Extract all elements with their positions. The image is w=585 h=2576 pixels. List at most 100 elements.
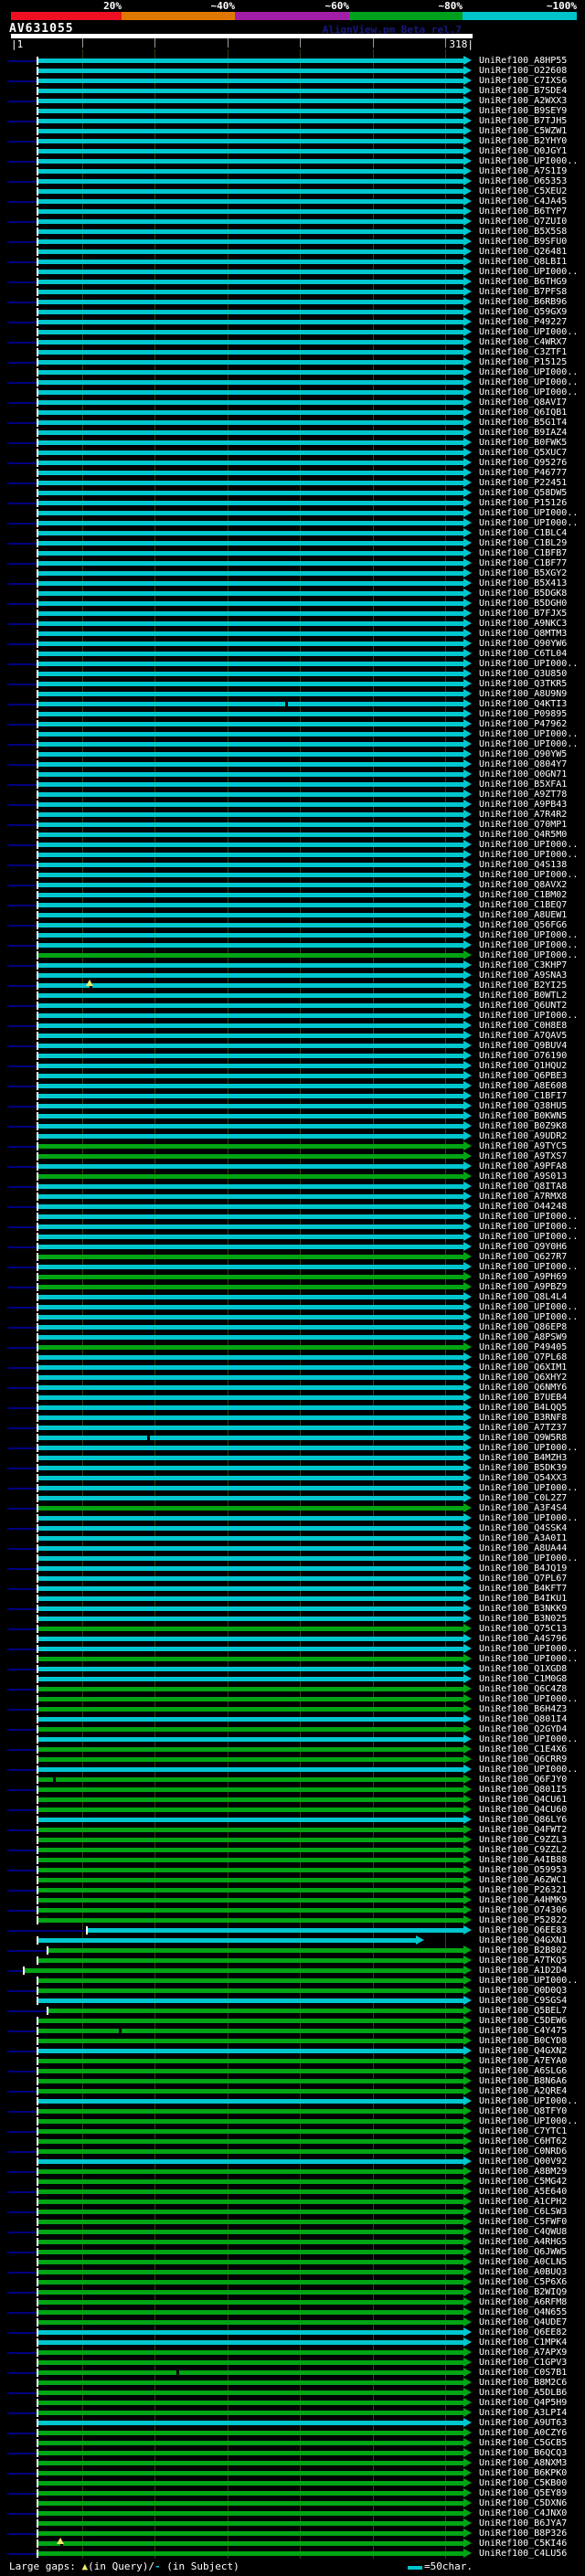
hit-accession-label[interactable]: UniRef100_B8M2C6 (479, 2378, 583, 2388)
hit-accession-label[interactable]: UniRef100_A9PFA8 (479, 1161, 583, 1171)
hit-accession-label[interactable]: UniRef100_Q86LY6 (479, 1815, 583, 1825)
hit-accession-label[interactable]: UniRef100_Q86EP8 (479, 1322, 583, 1332)
hit-accession-label[interactable]: UniRef100_Q627R7 (479, 1252, 583, 1262)
hit-accession-label[interactable]: UniRef100_A9TXS7 (479, 1151, 583, 1161)
hit-accession-label[interactable]: UniRef100_P49405 (479, 1342, 583, 1352)
hit-accession-label[interactable]: UniRef100_Q4N655 (479, 2307, 583, 2317)
hit-accession-label[interactable]: UniRef100_A9PBZ9 (479, 1282, 583, 1292)
hit-accession-label[interactable]: UniRef100_Q6UNT2 (479, 1001, 583, 1011)
hit-accession-label[interactable]: UniRef100_B7UEB4 (479, 1393, 583, 1403)
hit-accession-label[interactable]: UniRef100_Q6XIM1 (479, 1362, 583, 1373)
hit-accession-label[interactable]: UniRef100_C4JNX0 (479, 2508, 583, 2518)
hit-accession-label[interactable]: UniRef100_A5E640 (479, 2187, 583, 2197)
hit-accession-label[interactable]: UniRef100_UPI000.. (479, 940, 583, 950)
hit-accession-label[interactable]: UniRef100_Q6XHY2 (479, 1373, 583, 1383)
hit-accession-label[interactable]: UniRef100_C5MG42 (479, 2177, 583, 2187)
hit-accession-label[interactable]: UniRef100_B9IAZ4 (479, 428, 583, 438)
hit-accession-label[interactable]: UniRef100_B0FWK5 (479, 438, 583, 448)
hit-accession-label[interactable]: UniRef100_C5DEW6 (479, 2016, 583, 2026)
hit-accession-label[interactable]: UniRef100_Q6FJY0 (479, 1775, 583, 1785)
hit-accession-label[interactable]: UniRef100_P15126 (479, 498, 583, 508)
hit-accession-label[interactable]: UniRef100_Q6JWW5 (479, 2247, 583, 2257)
hit-accession-label[interactable]: UniRef100_P52822 (479, 1915, 583, 1925)
hit-accession-label[interactable]: UniRef100_B6QCQ3 (479, 2448, 583, 2458)
hit-accession-label[interactable]: UniRef100_Q0GN71 (479, 769, 583, 779)
hit-accession-label[interactable]: UniRef100_P47962 (479, 719, 583, 729)
hit-accession-label[interactable]: UniRef100_Q4UDE7 (479, 2317, 583, 2327)
hit-accession-label[interactable]: UniRef100_A9UDR2 (479, 1131, 583, 1141)
hit-accession-label[interactable]: UniRef100_A7R4R2 (479, 810, 583, 820)
hit-accession-label[interactable]: UniRef100_UPI000.. (479, 1765, 583, 1775)
hit-accession-label[interactable]: UniRef100_P22451 (479, 478, 583, 488)
hit-accession-label[interactable]: UniRef100_C1BFB7 (479, 548, 583, 558)
hit-accession-label[interactable]: UniRef100_C5GCB5 (479, 2438, 583, 2448)
hit-accession-label[interactable]: UniRef100_UPI000.. (479, 1212, 583, 1222)
hit-accession-label[interactable]: UniRef100_P09895 (479, 709, 583, 719)
hit-accession-label[interactable]: UniRef100_B9SEY9 (479, 106, 583, 116)
hit-accession-label[interactable]: UniRef100_UPI000.. (479, 1513, 583, 1523)
hit-accession-label[interactable]: UniRef100_Q5BEL7 (479, 2006, 583, 2016)
hit-accession-label[interactable]: UniRef100_Q6NMY6 (479, 1383, 583, 1393)
hit-accession-label[interactable]: UniRef100_Q59GX9 (479, 307, 583, 317)
hit-accession-label[interactable]: UniRef100_B3N025 (479, 1614, 583, 1624)
hit-accession-label[interactable]: UniRef100_Q9W5R8 (479, 1433, 583, 1443)
hit-accession-label[interactable]: UniRef100_UPI000.. (479, 1976, 583, 1986)
hit-accession-label[interactable]: UniRef100_B6THG9 (479, 277, 583, 287)
hit-accession-label[interactable]: UniRef100_Q8LBI1 (479, 257, 583, 267)
hit-accession-label[interactable]: UniRef100_B8N6A6 (479, 2076, 583, 2086)
hit-accession-label[interactable]: UniRef100_A9PB43 (479, 800, 583, 810)
hit-accession-label[interactable]: UniRef100_C1M0G8 (479, 1674, 583, 1684)
hit-accession-label[interactable]: UniRef100_Q9Y0H6 (479, 1242, 583, 1252)
hit-accession-label[interactable]: UniRef100_C9ZZL2 (479, 1845, 583, 1855)
hit-accession-label[interactable]: UniRef100_A4RHG5 (479, 2237, 583, 2247)
hit-accession-label[interactable]: UniRef100_A9ZT78 (479, 790, 583, 800)
hit-accession-label[interactable]: UniRef100_B2YHY0 (479, 136, 583, 146)
hit-accession-label[interactable]: UniRef100_O76190 (479, 1051, 583, 1061)
hit-accession-label[interactable]: UniRef100_O59953 (479, 1865, 583, 1875)
hit-accession-label[interactable]: UniRef100_Q1HQU2 (479, 1061, 583, 1071)
hit-accession-label[interactable]: UniRef100_UPI000.. (479, 1262, 583, 1272)
hit-accession-label[interactable]: UniRef100_A3A0I1 (479, 1533, 583, 1543)
hit-accession-label[interactable]: UniRef100_Q8L4L4 (479, 1292, 583, 1302)
hit-accession-label[interactable]: UniRef100_A9PH69 (479, 1272, 583, 1282)
hit-accession-label[interactable]: UniRef100_Q4CU60 (479, 1805, 583, 1815)
hit-accession-label[interactable]: UniRef100_C5WZW1 (479, 126, 583, 136)
hit-accession-label[interactable]: UniRef100_Q9BUV4 (479, 1041, 583, 1051)
hit-accession-label[interactable]: UniRef100_C3ZTF1 (479, 347, 583, 357)
hit-accession-label[interactable]: UniRef100_B5DK39 (479, 1463, 583, 1473)
hit-accession-label[interactable]: UniRef100_B5XFA1 (479, 779, 583, 790)
hit-accession-label[interactable]: UniRef100_C1BM02 (479, 890, 583, 900)
hit-accession-label[interactable]: UniRef100_Q1XGD8 (479, 1664, 583, 1674)
hit-accession-label[interactable]: UniRef100_A3F4S4 (479, 1503, 583, 1513)
hit-accession-label[interactable]: UniRef100_A9NKC3 (479, 619, 583, 629)
hit-accession-label[interactable]: UniRef100_C4Y475 (479, 2026, 583, 2036)
hit-accession-label[interactable]: UniRef100_Q4P5H9 (479, 2398, 583, 2408)
hit-accession-label[interactable]: UniRef100_UPI000.. (479, 739, 583, 749)
hit-accession-label[interactable]: UniRef100_A7EYA0 (479, 2056, 583, 2066)
hit-accession-label[interactable]: UniRef100_A8UA44 (479, 1543, 583, 1553)
hit-accession-label[interactable]: UniRef100_UPI000.. (479, 1654, 583, 1664)
hit-accession-label[interactable]: UniRef100_Q4GXN2 (479, 2046, 583, 2056)
hit-accession-label[interactable]: UniRef100_B0WTL2 (479, 991, 583, 1001)
hit-accession-label[interactable]: UniRef100_Q5EY89 (479, 2488, 583, 2498)
hit-accession-label[interactable]: UniRef100_C0L2Z7 (479, 1493, 583, 1503)
hit-accession-label[interactable]: UniRef100_C4QWU8 (479, 2227, 583, 2237)
hit-accession-label[interactable]: UniRef100_C1MPK4 (479, 2337, 583, 2348)
hit-accession-label[interactable]: UniRef100_UPI000.. (479, 267, 583, 277)
hit-accession-label[interactable]: UniRef100_UPI000.. (479, 2096, 583, 2106)
hit-accession-label[interactable]: UniRef100_C1BFI7 (479, 1091, 583, 1101)
hit-accession-label[interactable]: UniRef100_Q95276 (479, 458, 583, 468)
hit-accession-label[interactable]: UniRef100_C5KB00 (479, 2478, 583, 2488)
hit-accession-label[interactable]: UniRef100_C6LSW3 (479, 2207, 583, 2217)
hit-accession-label[interactable]: UniRef100_C5DXN6 (479, 2498, 583, 2508)
hit-accession-label[interactable]: UniRef100_B7SDE4 (479, 86, 583, 96)
hit-accession-label[interactable]: UniRef100_Q6CRR9 (479, 1754, 583, 1765)
hit-accession-label[interactable]: UniRef100_Q801I4 (479, 1714, 583, 1724)
hit-accession-label[interactable]: UniRef100_UPI000.. (479, 1694, 583, 1704)
hit-accession-label[interactable]: UniRef100_C1E4X6 (479, 1744, 583, 1754)
hit-accession-label[interactable]: UniRef100_B2YI25 (479, 981, 583, 991)
hit-accession-label[interactable]: UniRef100_Q804Y7 (479, 759, 583, 769)
hit-accession-label[interactable]: UniRef100_Q4SSK4 (479, 1523, 583, 1533)
hit-accession-label[interactable]: UniRef100_B8P326 (479, 2528, 583, 2539)
hit-accession-label[interactable]: UniRef100_UPI000.. (479, 1302, 583, 1312)
